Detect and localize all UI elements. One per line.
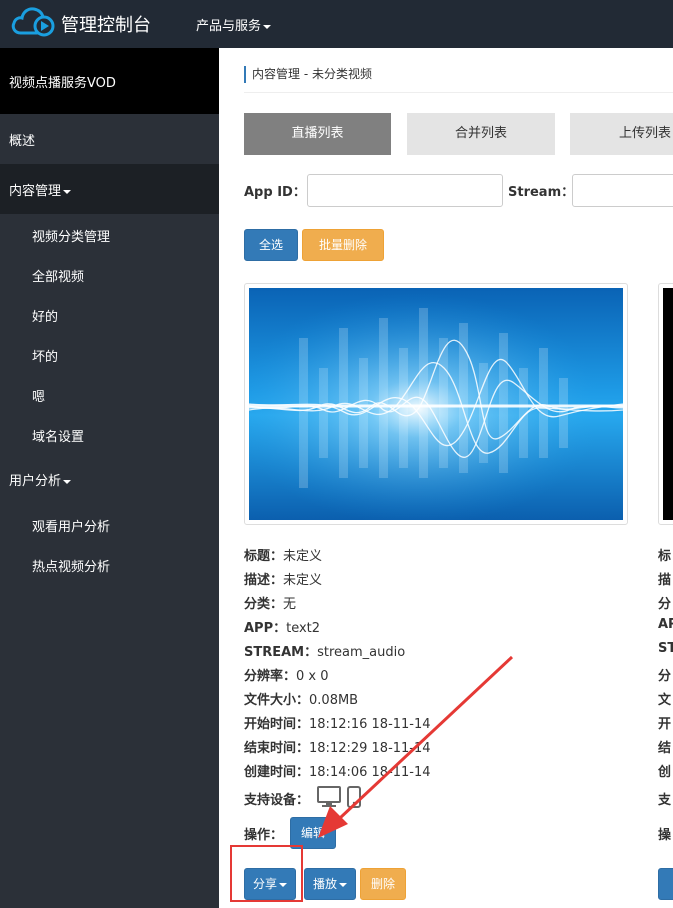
sidebar-item-label: 用户分析 (9, 474, 62, 489)
breadcrumb: 内容管理 - 未分类视频 (244, 66, 372, 83)
card2-label: 结 (658, 741, 672, 756)
field-devices-label: 支持设备： (244, 793, 310, 808)
sidebar-item-all-videos[interactable]: 全部视频 (32, 266, 84, 285)
sound-wave-image (249, 288, 623, 520)
card2-label: 标 (658, 549, 672, 564)
field-title: 标题：未定义 (244, 549, 323, 564)
caret-down-icon (63, 189, 72, 194)
field-app: APP：text2 (244, 621, 321, 636)
field-end-time: 结束时间：18:12:29 18-11-14 (244, 741, 431, 756)
tab-upload-list[interactable]: 上传列表 (570, 113, 673, 155)
caret-down-icon (339, 882, 347, 887)
card2-label: 分 (658, 597, 672, 612)
caret-down-icon (63, 479, 72, 484)
main-content: 内容管理 - 未分类视频 直播列表 合并列表 上传列表 App ID： Stre… (219, 48, 673, 908)
field-stream: STREAM：stream_audio (244, 645, 406, 660)
sidebar-item-en[interactable]: 嗯 (32, 386, 45, 405)
stream-label: Stream： (508, 185, 575, 200)
play-label: 播放 (312, 877, 337, 891)
sidebar-item-user-analysis[interactable]: 用户分析 (0, 454, 219, 504)
video-thumbnail[interactable] (244, 283, 628, 525)
stream-input[interactable] (572, 174, 673, 207)
field-file-size: 文件大小：0.08MB (244, 693, 359, 708)
video-thumbnail-2[interactable] (658, 283, 673, 525)
field-description: 描述：未定义 (244, 573, 323, 588)
play-button[interactable]: 播放 (304, 868, 356, 900)
card2-label: 操 (658, 828, 672, 843)
products-services-label: 产品与服务 (196, 19, 262, 34)
field-category: 分类：无 (244, 597, 297, 612)
card2-label: 分 (658, 669, 672, 684)
black-thumbnail-image (663, 288, 673, 520)
caret-down-icon (263, 24, 272, 29)
appid-label: App ID： (244, 185, 306, 200)
tab-merge-list[interactable]: 合并列表 (407, 113, 555, 155)
highlight-box (230, 845, 303, 902)
top-bar: 管理控制台 产品与服务 (0, 0, 673, 48)
tab-live-list[interactable]: 直播列表 (244, 113, 391, 155)
sidebar-item-hot-video-analysis[interactable]: 热点视频分析 (32, 556, 110, 575)
select-all-button[interactable]: 全选 (244, 229, 298, 261)
sidebar-item-overview[interactable]: 概述 (0, 114, 219, 164)
tablet-icon (347, 786, 361, 808)
breadcrumb-divider (244, 92, 673, 93)
card2-label: 描 (658, 573, 672, 588)
field-created-time: 创建时间：18:14:06 18-11-14 (244, 765, 431, 780)
appid-input[interactable] (307, 174, 503, 207)
card2-label: 开 (658, 717, 672, 732)
delete-button[interactable]: 删除 (360, 868, 406, 900)
sidebar-item-label: 概述 (9, 134, 36, 149)
sidebar-item-viewer-analysis[interactable]: 观看用户分析 (32, 516, 110, 535)
card2-label: 支 (658, 793, 672, 808)
card2-label: ST (658, 641, 673, 656)
card2-share-button[interactable] (658, 868, 673, 900)
sidebar: 视频点播服务VOD 概述 内容管理 视频分类管理 全部视频 好的 坏的 嗯 域名… (0, 48, 219, 908)
field-start-time: 开始时间：18:12:16 18-11-14 (244, 717, 431, 732)
card2-label: 文 (658, 693, 672, 708)
sidebar-item-label: 内容管理 (9, 184, 62, 199)
console-title: 管理控制台 (61, 15, 151, 36)
field-resolution: 分辨率：0 x 0 (244, 669, 329, 684)
cloud-play-logo-icon (11, 7, 55, 37)
sidebar-item-good[interactable]: 好的 (32, 306, 58, 325)
sidebar-item-bad[interactable]: 坏的 (32, 346, 58, 365)
sidebar-service-title[interactable]: 视频点播服务VOD (0, 48, 219, 114)
card2-label: 创 (658, 765, 672, 780)
sidebar-item-content-management[interactable]: 内容管理 (0, 164, 219, 214)
sidebar-item-domain-settings[interactable]: 域名设置 (32, 426, 84, 445)
batch-delete-button[interactable]: 批量删除 (302, 229, 384, 261)
desktop-icon (317, 786, 341, 807)
products-services-menu[interactable]: 产品与服务 (196, 15, 272, 34)
card2-label: AP (658, 617, 673, 632)
sidebar-item-category-management[interactable]: 视频分类管理 (32, 226, 110, 245)
field-operations-label: 操作： (244, 828, 284, 843)
